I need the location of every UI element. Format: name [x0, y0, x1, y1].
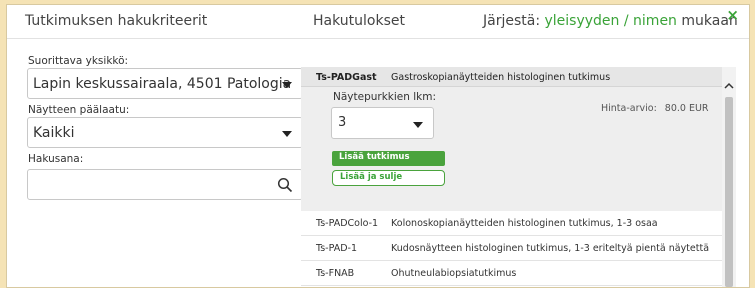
container-count-value: 3: [338, 115, 347, 130]
container-count-select[interactable]: 3: [331, 107, 434, 139]
sample-type-select[interactable]: Kaikki: [27, 117, 303, 148]
chevron-down-icon: [282, 131, 292, 137]
price-estimate: Hinta-arvio: 80.0 EUR: [601, 103, 709, 114]
result-row[interactable]: Ts-PAD-1 Kudosnäytteen histologinen tutk…: [301, 236, 722, 261]
add-and-close-button[interactable]: Lisää ja sulje: [332, 170, 445, 186]
sort-prefix: Järjestä:: [483, 13, 541, 29]
sort-options: Järjestä: yleisyyden / nimen mukaan: [483, 13, 738, 29]
result-row[interactable]: Ts-FNAB Ohutneulabiopsiatutkimus: [301, 261, 722, 286]
add-test-button[interactable]: Lisää tutkimus: [332, 151, 445, 166]
search-input[interactable]: [27, 169, 303, 200]
result-code: Ts-PAD-1: [316, 243, 358, 254]
result-code: Ts-PADGast: [316, 72, 377, 83]
result-row-selected[interactable]: Ts-PADGast Gastroskopianäytteiden histol…: [301, 67, 722, 87]
sample-type-label: Näytteen päälaatu:: [28, 104, 130, 116]
chevron-down-icon: [282, 82, 292, 88]
unit-select-value: Lapin keskussairaala, 4501 Patologia: [33, 76, 292, 92]
result-name: Gastroskopianäytteiden histologinen tutk…: [391, 72, 611, 83]
search-label: Hakusana:: [28, 153, 84, 165]
result-code: Ts-FNAB: [316, 268, 355, 279]
sort-separator: /: [623, 13, 629, 29]
chevron-up-icon[interactable]: [724, 81, 734, 91]
result-name: Ohutneulabiopsiatutkimus: [391, 268, 517, 279]
result-row[interactable]: Ts-PADColo-1 Kolonoskopianäytteiden hist…: [301, 211, 722, 236]
result-code: Ts-PADColo-1: [316, 218, 379, 229]
sort-by-relevance-link[interactable]: yleisyyden: [545, 13, 620, 29]
unit-select[interactable]: Lapin keskussairaala, 4501 Patologia: [27, 68, 303, 99]
results-scrollbar[interactable]: [722, 67, 736, 287]
result-name: Kolonoskopianäytteiden histologinen tutk…: [391, 218, 658, 229]
search-icon[interactable]: [277, 177, 293, 193]
dialog-header: Tutkimuksen hakukriteerit Hakutulokset J…: [7, 5, 749, 39]
container-count-label: Näytepurkkien lkm:: [333, 91, 437, 103]
unit-label: Suorittava yksikkö:: [28, 55, 129, 67]
price-label: Hinta-arvio:: [601, 103, 657, 114]
results-title: Hakutulokset: [313, 13, 405, 29]
price-value: 80.0 EUR: [664, 103, 709, 114]
scrollbar-thumb[interactable]: [725, 97, 733, 287]
criteria-title: Tutkimuksen hakukriteerit: [25, 13, 208, 29]
close-icon[interactable]: ×: [726, 6, 739, 24]
search-dialog: Tutkimuksen hakukriteerit Hakutulokset J…: [6, 4, 750, 288]
result-detail-panel: Näytepurkkien lkm: 3 Hinta-arvio: 80.0 EU…: [301, 87, 722, 211]
results-list: Ts-PADGast Gastroskopianäytteiden histol…: [301, 67, 722, 287]
result-name: Kudosnäytteen histologinen tutkimus, 1-3…: [391, 243, 710, 254]
sort-by-name-link[interactable]: nimen: [633, 13, 677, 29]
sample-type-select-value: Kaikki: [33, 125, 75, 141]
chevron-down-icon: [413, 122, 423, 128]
